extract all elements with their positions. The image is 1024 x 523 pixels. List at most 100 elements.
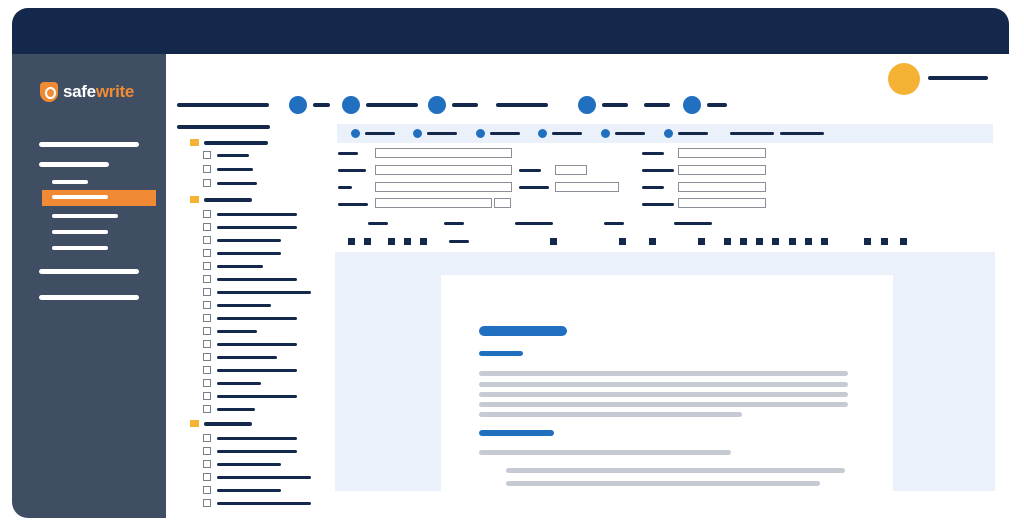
form-field[interactable] bbox=[375, 182, 512, 192]
checkbox-icon[interactable] bbox=[203, 262, 211, 270]
checkbox-icon[interactable] bbox=[203, 405, 211, 413]
tree-item-label[interactable] bbox=[217, 330, 257, 333]
tab-label[interactable] bbox=[490, 132, 520, 135]
checkbox-icon[interactable] bbox=[203, 288, 211, 296]
tree-folder-label[interactable] bbox=[204, 141, 268, 145]
format-icon[interactable] bbox=[821, 238, 828, 245]
tab-label[interactable] bbox=[427, 132, 457, 135]
format-icon[interactable] bbox=[789, 238, 796, 245]
checkbox-icon[interactable] bbox=[203, 165, 211, 173]
format-icon[interactable] bbox=[698, 238, 705, 245]
checkbox-icon[interactable] bbox=[203, 499, 211, 507]
format-icon[interactable] bbox=[864, 238, 871, 245]
step-circle-icon[interactable] bbox=[601, 129, 610, 138]
form-field[interactable] bbox=[678, 165, 766, 175]
column-header[interactable] bbox=[368, 222, 388, 225]
step-circle-icon[interactable] bbox=[664, 129, 673, 138]
tree-item-label[interactable] bbox=[217, 408, 255, 411]
tree-item-label[interactable] bbox=[217, 450, 297, 453]
tree-item-label[interactable] bbox=[217, 317, 297, 320]
tree-item-label[interactable] bbox=[217, 502, 311, 505]
tree-item-label[interactable] bbox=[217, 182, 257, 185]
tree-item-label[interactable] bbox=[217, 489, 281, 492]
checkbox-icon[interactable] bbox=[203, 151, 211, 159]
step-circle-icon[interactable] bbox=[342, 96, 360, 114]
sidebar-subitem-5[interactable] bbox=[52, 246, 108, 250]
format-icon[interactable] bbox=[619, 238, 626, 245]
step-circle-icon[interactable] bbox=[538, 129, 547, 138]
form-field[interactable] bbox=[678, 198, 766, 208]
checkbox-icon[interactable] bbox=[203, 327, 211, 335]
tree-item-label[interactable] bbox=[217, 369, 297, 372]
format-icon[interactable] bbox=[756, 238, 763, 245]
format-icon[interactable] bbox=[364, 238, 371, 245]
tree-folder-label[interactable] bbox=[204, 198, 252, 202]
tree-item-label[interactable] bbox=[217, 291, 311, 294]
format-icon[interactable] bbox=[420, 238, 427, 245]
format-icon[interactable] bbox=[724, 238, 731, 245]
checkbox-icon[interactable] bbox=[203, 223, 211, 231]
form-field[interactable] bbox=[375, 148, 512, 158]
font-selector[interactable] bbox=[449, 240, 469, 243]
step-circle-icon[interactable] bbox=[289, 96, 307, 114]
tab-label[interactable] bbox=[730, 132, 774, 135]
step-circle-icon[interactable] bbox=[578, 96, 596, 114]
format-icon[interactable] bbox=[881, 238, 888, 245]
checkbox-icon[interactable] bbox=[203, 236, 211, 244]
checkbox-icon[interactable] bbox=[203, 275, 211, 283]
tree-item-label[interactable] bbox=[217, 265, 263, 268]
checkbox-icon[interactable] bbox=[203, 486, 211, 494]
format-icon[interactable] bbox=[805, 238, 812, 245]
step-circle-icon[interactable] bbox=[476, 129, 485, 138]
tree-item-label[interactable] bbox=[217, 168, 253, 171]
format-icon[interactable] bbox=[348, 238, 355, 245]
tree-item-label[interactable] bbox=[217, 395, 297, 398]
form-field[interactable] bbox=[375, 198, 492, 208]
tree-item-label[interactable] bbox=[217, 239, 281, 242]
checkbox-icon[interactable] bbox=[203, 447, 211, 455]
step-circle-icon[interactable] bbox=[683, 96, 701, 114]
sidebar-subitem-3[interactable] bbox=[52, 214, 118, 218]
checkbox-icon[interactable] bbox=[203, 249, 211, 257]
checkbox-icon[interactable] bbox=[203, 379, 211, 387]
checkbox-icon[interactable] bbox=[203, 353, 211, 361]
tree-item-label[interactable] bbox=[217, 476, 311, 479]
step-circle-icon[interactable] bbox=[428, 96, 446, 114]
step-circle-icon[interactable] bbox=[413, 129, 422, 138]
format-icon[interactable] bbox=[388, 238, 395, 245]
app-logo[interactable]: safewrite bbox=[63, 82, 134, 102]
checkbox-icon[interactable] bbox=[203, 314, 211, 322]
tree-item-label[interactable] bbox=[217, 304, 271, 307]
format-icon[interactable] bbox=[900, 238, 907, 245]
tab-label[interactable] bbox=[678, 132, 708, 135]
form-field[interactable] bbox=[678, 148, 766, 158]
tab-label[interactable] bbox=[552, 132, 582, 135]
tree-item-label[interactable] bbox=[217, 252, 281, 255]
sidebar-item-2[interactable] bbox=[39, 162, 109, 167]
tree-item-label[interactable] bbox=[217, 213, 297, 216]
format-icon[interactable] bbox=[404, 238, 411, 245]
checkbox-icon[interactable] bbox=[203, 473, 211, 481]
form-field-small[interactable] bbox=[494, 198, 511, 208]
checkbox-icon[interactable] bbox=[203, 301, 211, 309]
tree-item-label[interactable] bbox=[217, 226, 297, 229]
tree-item-label[interactable] bbox=[217, 278, 297, 281]
column-header[interactable] bbox=[604, 222, 624, 225]
tree-item-label[interactable] bbox=[217, 437, 297, 440]
format-icon[interactable] bbox=[740, 238, 747, 245]
tree-item-label[interactable] bbox=[217, 154, 249, 157]
checkbox-icon[interactable] bbox=[203, 366, 211, 374]
checkbox-icon[interactable] bbox=[203, 179, 211, 187]
checkbox-icon[interactable] bbox=[203, 340, 211, 348]
sidebar-subitem-1[interactable] bbox=[52, 180, 88, 184]
tree-item-label[interactable] bbox=[217, 382, 261, 385]
column-header[interactable] bbox=[674, 222, 712, 225]
document-page[interactable] bbox=[441, 275, 893, 491]
tree-item-label[interactable] bbox=[217, 343, 297, 346]
tree-item-label[interactable] bbox=[217, 356, 277, 359]
tree-item-label[interactable] bbox=[217, 463, 281, 466]
step-circle-icon[interactable] bbox=[351, 129, 360, 138]
column-header[interactable] bbox=[515, 222, 553, 225]
checkbox-icon[interactable] bbox=[203, 210, 211, 218]
checkbox-icon[interactable] bbox=[203, 434, 211, 442]
